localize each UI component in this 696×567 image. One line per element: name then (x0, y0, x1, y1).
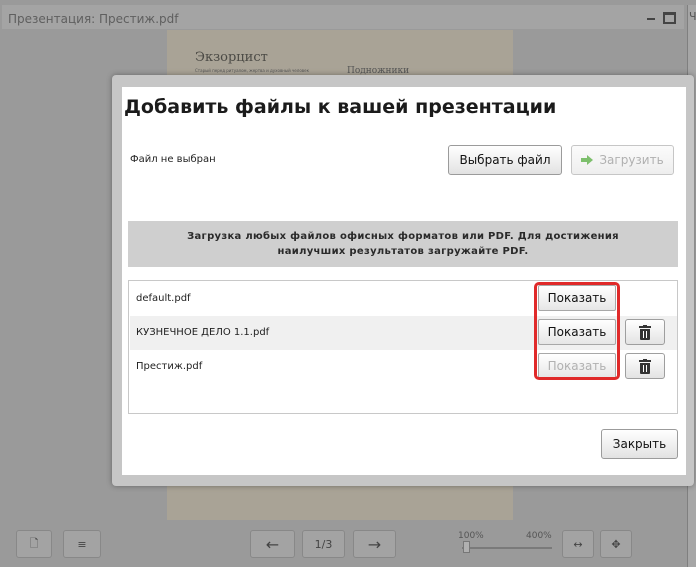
arrow-right-icon: → (367, 534, 382, 554)
zoom-max-label: 400% (526, 531, 552, 541)
file-name: default.pdf (136, 293, 191, 304)
show-file-button[interactable]: Показать (538, 285, 616, 311)
upload-button[interactable]: Загрузить (571, 145, 674, 175)
delete-file-button[interactable] (625, 319, 665, 345)
dialog-title: Добавить файлы к вашей презентации (124, 96, 557, 118)
show-label: Показать (547, 291, 607, 305)
close-button[interactable]: Закрыть (601, 429, 678, 459)
close-label: Закрыть (612, 437, 667, 451)
choose-file-label: Выбрать файл (459, 153, 551, 167)
trash-icon (639, 324, 651, 340)
upload-label: Загрузить (599, 153, 664, 167)
align-button[interactable]: ≡ (63, 530, 101, 558)
choose-file-button[interactable]: Выбрать файл (448, 145, 562, 175)
move-icon: ✥ (611, 537, 621, 551)
window-title: Презентация: Престиж.pdf (8, 12, 179, 26)
show-label: Показать (547, 325, 607, 339)
file-name: Престиж.pdf (136, 361, 203, 372)
info-banner: Загрузка любых файлов офисных форматов и… (128, 221, 678, 267)
file-status-text: Файл не выбран (130, 154, 216, 165)
trash-icon (639, 358, 651, 374)
file-name: КУЗНЕЧНОЕ ДЕЛО 1.1.pdf (136, 327, 270, 338)
prev-page-button[interactable]: ← (250, 530, 295, 558)
add-slide-button[interactable]: 🗋 (16, 530, 52, 558)
show-label: Показать (547, 359, 607, 373)
slide-title: Экзорцист (195, 50, 268, 65)
align-left-icon: ≡ (77, 537, 87, 551)
maximize-icon[interactable] (663, 12, 676, 24)
fit-width-button[interactable]: ↔ (562, 530, 594, 558)
zoom-slider-track[interactable] (462, 547, 552, 549)
page-indicator: 1/3 (302, 530, 345, 558)
slide-subtitle: Старый перед ритуалом, жертва и духовный… (195, 68, 310, 73)
page-indicator-text: 1/3 (314, 537, 333, 551)
zoom-min-label: 100% (458, 531, 484, 541)
arrow-right-icon (581, 155, 594, 165)
right-panel-title: Ч (689, 10, 696, 23)
pan-button[interactable]: ✥ (600, 530, 632, 558)
arrow-left-icon: ← (265, 534, 280, 554)
show-file-button[interactable]: Показать (538, 319, 616, 345)
delete-file-button[interactable] (625, 353, 665, 379)
add-page-icon: 🗋 (29, 536, 39, 550)
next-page-button[interactable]: → (353, 530, 396, 558)
show-file-button-disabled: Показать (538, 353, 616, 379)
minimize-icon[interactable] (647, 18, 655, 20)
arrows-horizontal-icon: ↔ (573, 537, 583, 551)
zoom-slider-handle[interactable] (463, 541, 470, 553)
info-text: Загрузка любых файлов офисных форматов и… (187, 231, 619, 257)
